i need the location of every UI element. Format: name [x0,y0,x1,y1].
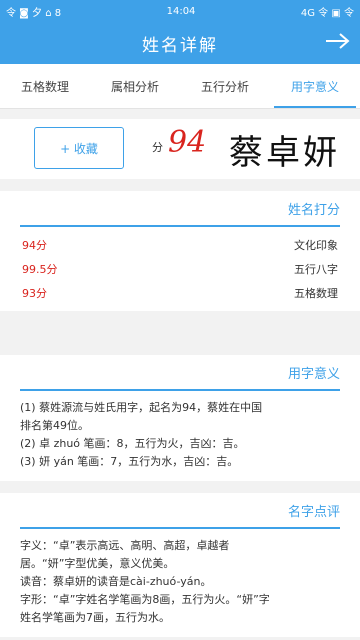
total-score: 94 [168,125,207,160]
comment-text: 字义：“卓”表示高远、高明、高超，卓越者 居。“妍”字型优美，意义优美。 读音：… [0,529,360,637]
app-root: 令 ◙ 夕 ⌂ 8 14:04 4G 令 ▣ 令 姓名详解 五格数理 属相分析 … [0,0,360,640]
comment-line: 字形：“卓”字姓名学笔画为8画，五行为火。“妍”字 [20,593,270,606]
score-label: 五行八字 [294,263,338,276]
arrow-right-icon [326,33,350,49]
meaning-line: (2) 卓 zhuó 笔画：8，五行为火，吉凶：吉。 [20,437,245,450]
page-title: 姓名详解 [142,35,218,56]
meaning-line: (3) 妍 yán 笔画：7，五行为水，吉凶：吉。 [20,455,239,468]
meaning-section-title: 用字意义 [20,355,340,391]
tab-bar: 五格数理 属相分析 五行分析 用字意义 [0,64,360,109]
score-section: 姓名打分 94分 文化印象 99.5分 五行八字 93分 五格数理 [0,191,360,311]
comment-section: 名字点评 字义：“卓”表示高远、高明、高超，卓越者 居。“妍”字型优美，意义优美… [0,493,360,637]
status-right: 4G 令 ▣ 令 [300,7,354,19]
status-left: 令 ◙ 夕 ⌂ 8 [6,7,62,19]
tab-meaning[interactable]: 用字意义 [270,64,360,108]
app-header: 姓名详解 [0,22,360,64]
name-card: + 收藏 分 94 蔡卓妍 [0,119,360,179]
tab-wuxing[interactable]: 五行分析 [180,64,270,108]
favorite-button[interactable]: + 收藏 [34,127,124,169]
score-unit: 分 [152,141,163,154]
status-bar: 令 ◙ 夕 ⌂ 8 14:04 4G 令 ▣ 令 [0,0,360,22]
comment-line: 居。“妍”字型优美，意义优美。 [20,557,175,570]
score-row: 99.5分 五行八字 [22,257,338,281]
meaning-line: 排名第49位。 [20,419,89,432]
score-value: 94分 [22,239,47,252]
score-row: 94分 文化印象 [22,233,338,257]
score-section-title: 姓名打分 [20,191,340,227]
score-value: 99.5分 [22,263,58,276]
comment-line: 读音：蔡卓妍的读音是cài-zhuó-yán。 [20,575,212,588]
score-label: 文化印象 [294,239,338,252]
comment-line: 字义：“卓”表示高远、高明、高超，卓越者 [20,539,230,552]
back-arrow-icon[interactable] [324,29,352,57]
comment-line: 姓名学笔画为7画，五行为水。 [20,611,170,624]
score-list: 94分 文化印象 99.5分 五行八字 93分 五格数理 [0,227,360,311]
score-label: 五格数理 [294,287,338,300]
comment-section-title: 名字点评 [20,493,340,529]
spacer [0,311,360,355]
status-time: 14:04 [166,5,196,17]
tab-shuxiang[interactable]: 属相分析 [90,64,180,108]
name-display: 蔡卓妍 [229,133,340,173]
tab-wuge[interactable]: 五格数理 [0,64,90,108]
meaning-section: 用字意义 (1) 蔡姓源流与姓氏用字，起名为94，蔡姓在中国 排名第49位。 (… [0,355,360,481]
score-row: 93分 五格数理 [22,281,338,305]
meaning-line: (1) 蔡姓源流与姓氏用字，起名为94，蔡姓在中国 [20,401,263,414]
meaning-text: (1) 蔡姓源流与姓氏用字，起名为94，蔡姓在中国 排名第49位。 (2) 卓 … [0,391,360,481]
score-value: 93分 [22,287,47,300]
